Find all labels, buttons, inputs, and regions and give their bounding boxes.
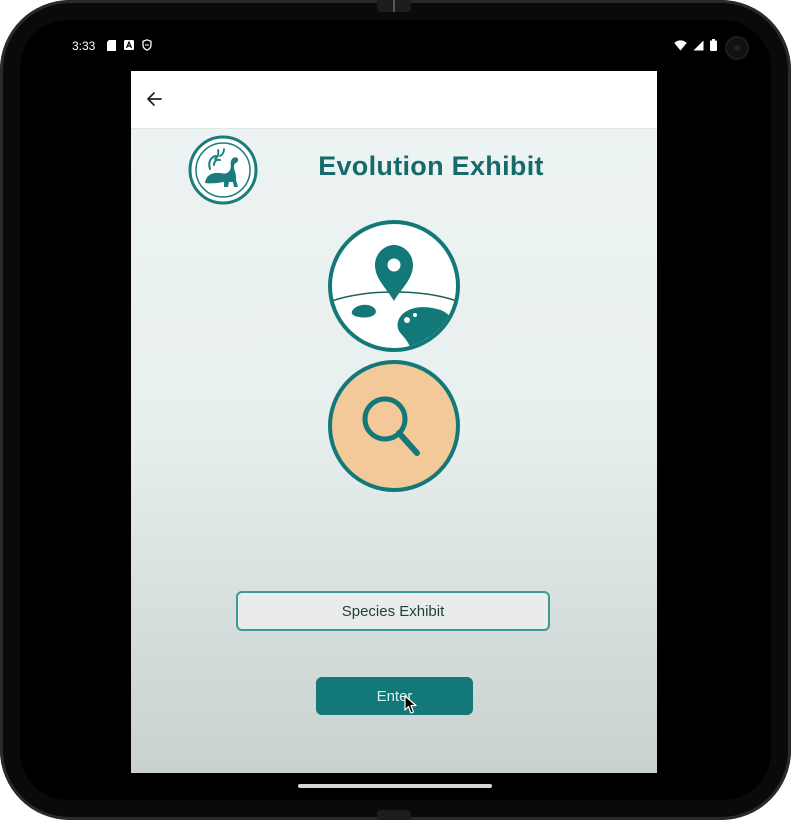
map-button[interactable] [327, 219, 461, 353]
a-notification-icon [124, 39, 134, 51]
magnifier-icon [328, 360, 460, 492]
status-bar: 3:33 [20, 20, 771, 72]
app-bar [131, 71, 657, 129]
enter-button[interactable]: Enter [316, 677, 473, 715]
search-button[interactable] [327, 359, 461, 493]
back-arrow-icon [147, 92, 162, 106]
status-icons-left [106, 39, 152, 51]
back-button[interactable] [141, 86, 167, 112]
dinosaur-logo-icon [188, 135, 258, 205]
hinge-top [377, 0, 411, 12]
gesture-nav-handle[interactable] [298, 784, 492, 788]
page-title: Evolution Exhibit [318, 151, 544, 181]
sd-card-icon [106, 39, 116, 51]
battery-icon [710, 39, 717, 54]
front-camera [725, 36, 749, 60]
hinge-bottom [377, 810, 411, 820]
mouse-cursor-icon [404, 695, 418, 715]
status-icons-right [674, 39, 717, 54]
signal-icon [693, 40, 704, 54]
shield-icon [142, 39, 152, 51]
app-window: Evolution Exhibit Species Exhibit Enter [131, 71, 657, 773]
map-pin-globe-icon [328, 220, 460, 352]
status-time: 3:33 [72, 39, 96, 53]
exhibit-selector-field[interactable]: Species Exhibit [236, 591, 550, 631]
device-screen: 3:33 Evolution Exhibit Species Exhibit E… [20, 20, 771, 800]
wifi-icon [674, 39, 687, 54]
